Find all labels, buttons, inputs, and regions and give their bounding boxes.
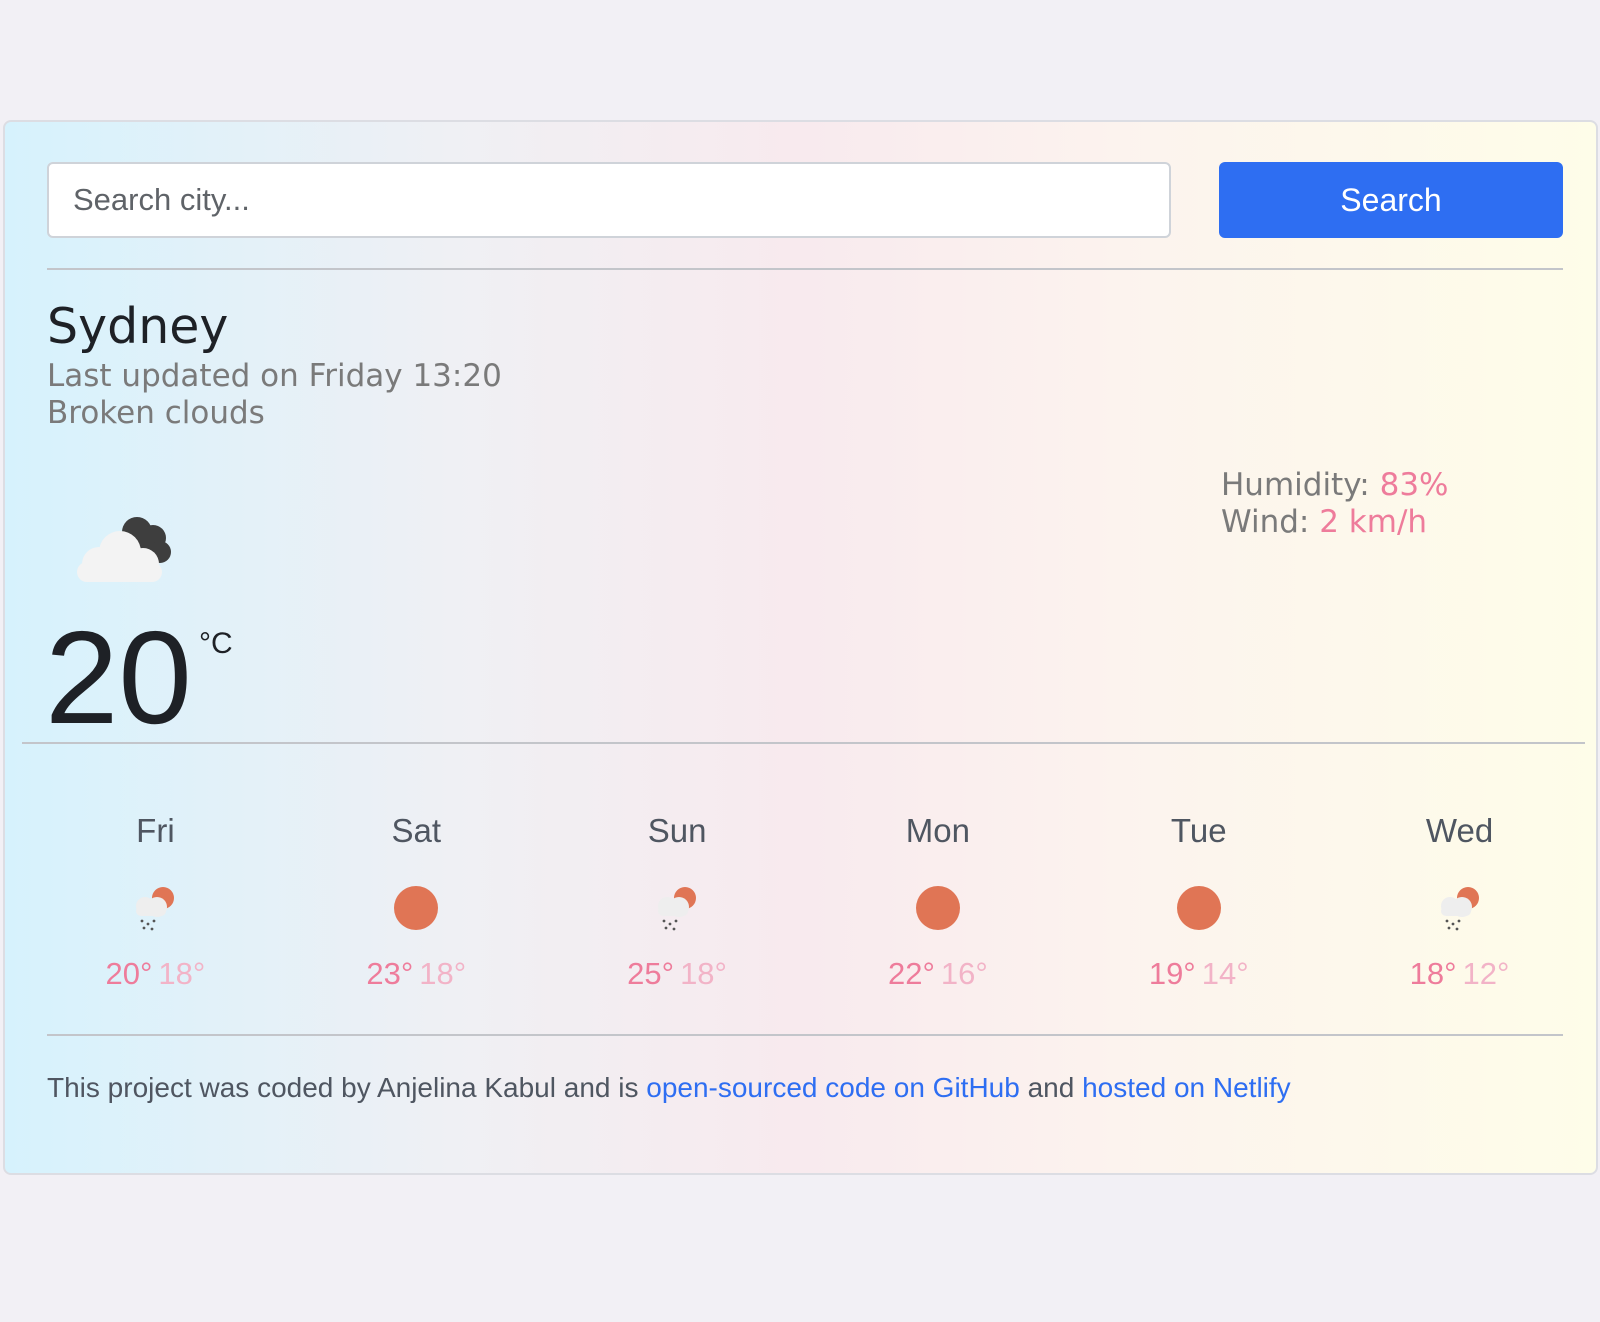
- unit-celsius: °C: [199, 627, 233, 660]
- current-temperature: 20: [45, 604, 192, 751]
- last-updated: Last updated on Friday 13:20: [47, 358, 502, 394]
- forecast-max: 22°: [888, 956, 935, 991]
- forecast-temps: 22° 16°: [807, 956, 1068, 992]
- broken-clouds-icon: [65, 502, 185, 592]
- forecast-day: Sun 25° 18°: [547, 812, 808, 1012]
- forecast-min: 14°: [1201, 956, 1249, 991]
- forecast-min: 18°: [680, 956, 727, 991]
- sun-icon: [388, 880, 444, 936]
- forecast-day-name: Sat: [391, 812, 442, 849]
- forecast-day: Mon 22° 16°: [807, 812, 1068, 1012]
- forecast-day-name: Fri: [136, 812, 175, 849]
- forecast-day: Fri 20° 18°: [25, 812, 286, 1012]
- netlify-link[interactable]: hosted on Netlify: [1082, 1072, 1291, 1103]
- forecast-temps: 25° 18°: [547, 956, 808, 992]
- humidity-row: Humidity: 83%: [1221, 467, 1449, 504]
- wind-row: Wind: 2 km/h: [1221, 504, 1449, 541]
- forecast-day: Sat 23° 18°: [286, 812, 547, 1012]
- forecast-day-name: Sun: [647, 812, 707, 849]
- wind-value: 2 km/h: [1319, 504, 1428, 540]
- city-name: Sydney: [47, 298, 229, 355]
- forecast-max: 23°: [366, 956, 414, 991]
- footer-text-and: and: [1027, 1072, 1075, 1103]
- forecast-min: 16°: [940, 956, 988, 991]
- forecast-day-name: Wed: [1425, 812, 1494, 849]
- weather-description: Broken clouds: [47, 395, 265, 431]
- divider-top: [47, 268, 1563, 270]
- forecast-temps: 18° 12°: [1329, 956, 1590, 992]
- sun-icon: [910, 880, 966, 936]
- forecast-max: 20°: [105, 956, 153, 991]
- sun-icon: [1171, 880, 1227, 936]
- humidity-label: Humidity:: [1221, 467, 1370, 503]
- forecast-max: 19°: [1148, 956, 1196, 991]
- footer-credits: This project was coded by Anjelina Kabul…: [47, 1072, 1291, 1104]
- forecast-min: 18°: [158, 956, 206, 991]
- forecast-min: 12°: [1462, 956, 1510, 991]
- forecast-temps: 20° 18°: [25, 956, 286, 992]
- weather-card: Search Sydney Last updated on Friday 13:…: [3, 120, 1598, 1175]
- forecast-day: Wed 18° 12°: [1329, 812, 1590, 1012]
- search-input[interactable]: [47, 162, 1171, 238]
- rain-sun-icon: [127, 880, 183, 936]
- humidity-value: 83%: [1379, 467, 1449, 503]
- rain-sun-icon: [1432, 880, 1488, 936]
- forecast-max: 25°: [627, 956, 675, 991]
- forecast-day-name: Tue: [1170, 812, 1227, 849]
- forecast-max: 18°: [1409, 956, 1457, 991]
- wind-label: Wind:: [1221, 504, 1310, 540]
- forecast-day: Tue 19° 14°: [1068, 812, 1329, 1012]
- forecast-min: 18°: [419, 956, 467, 991]
- rain-sun-icon: [649, 880, 705, 936]
- forecast-day-name: Mon: [905, 812, 970, 849]
- forecast-temps: 23° 18°: [286, 956, 547, 992]
- weather-stats: Humidity: 83% Wind: 2 km/h: [1221, 467, 1449, 541]
- divider-bottom: [47, 1034, 1563, 1036]
- divider-middle: [22, 742, 1585, 744]
- forecast-row: Fri 20° 18° Sat 23° 18° Sun 25° 18° Mon …: [25, 812, 1590, 1012]
- forecast-temps: 19° 14°: [1068, 956, 1329, 992]
- search-button[interactable]: Search: [1219, 162, 1563, 238]
- footer-text: This project was coded by Anjelina Kabul…: [47, 1072, 639, 1103]
- github-link[interactable]: open-sourced code on GitHub: [646, 1072, 1020, 1103]
